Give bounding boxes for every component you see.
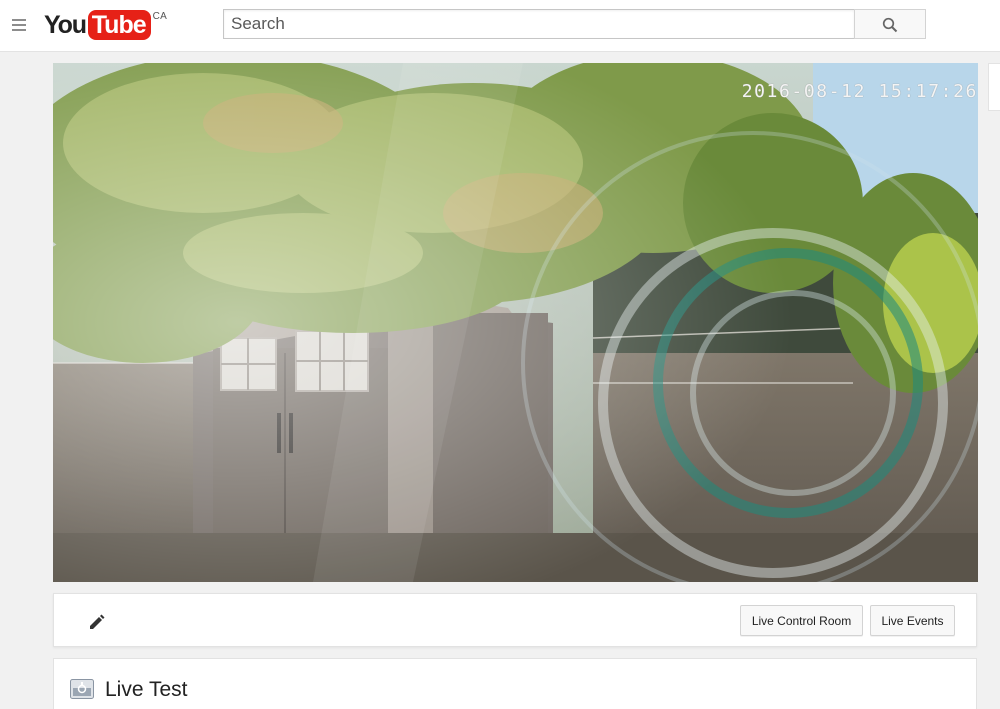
video-player[interactable]: 2016-08-12 15:17:26 — [53, 63, 978, 582]
youtube-logo[interactable]: You Tube CA — [44, 10, 167, 40]
stream-toolbar: Live Control Room Live Events — [53, 593, 977, 647]
live-control-room-button[interactable]: Live Control Room — [740, 605, 863, 636]
search-input[interactable] — [224, 10, 854, 38]
logo-you-text: You — [44, 11, 87, 39]
video-timestamp: 2016-08-12 15:17:26 — [741, 81, 978, 102]
video-frame — [53, 63, 978, 582]
stream-title: Live Test — [105, 678, 188, 701]
stream-title-card: Live Test — [53, 658, 977, 709]
search-icon — [882, 17, 898, 33]
menu-icon[interactable] — [8, 14, 30, 36]
country-code: CA — [152, 11, 168, 22]
live-events-button[interactable]: Live Events — [870, 605, 955, 636]
search-box — [223, 9, 855, 39]
logo-tube-text: Tube — [87, 10, 151, 40]
masthead: You Tube CA — [0, 0, 1000, 52]
pencil-icon[interactable] — [86, 611, 108, 633]
live-stream-icon — [70, 679, 94, 699]
side-panel-stub — [988, 63, 1000, 111]
search-button[interactable] — [854, 9, 926, 39]
